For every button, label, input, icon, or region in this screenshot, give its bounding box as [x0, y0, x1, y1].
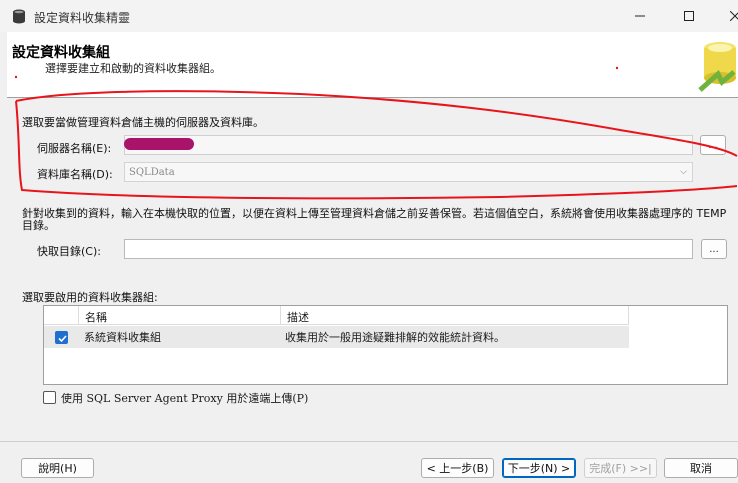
- collector-set-list[interactable]: 名稱 描述 系統資料收集組 收集用於一般用途疑難排解的效能統計資料。: [43, 305, 728, 385]
- minimize-button[interactable]: [623, 4, 657, 28]
- collector-enable-checkbox[interactable]: [55, 331, 68, 344]
- cancel-button[interactable]: 取消: [664, 458, 738, 478]
- redaction-mark: [124, 138, 194, 150]
- next-button[interactable]: 下一步(N) >: [502, 458, 576, 478]
- collector-name-cell: 系統資料收集組: [84, 331, 161, 344]
- close-button[interactable]: [718, 4, 738, 28]
- window-title: 設定資料收集精靈: [34, 11, 131, 25]
- database-name-label: 資料庫名稱(D):: [37, 168, 113, 181]
- collector-prompt: 選取要啟用的資料收集器組:: [22, 291, 158, 304]
- minimize-icon: [635, 15, 645, 17]
- collector-description-cell: 收集用於一般用途疑難排解的效能統計資料。: [285, 331, 505, 344]
- server-name-field[interactable]: [124, 135, 693, 155]
- back-button[interactable]: < 上一步(B): [421, 458, 494, 478]
- server-browse-button[interactable]: ...: [700, 135, 726, 155]
- server-name-label: 伺服器名稱(E):: [37, 142, 112, 155]
- storage-prompt: 選取要當做管理資料倉儲主機的伺服器及資料庫。: [22, 116, 264, 129]
- database-icon: [13, 9, 25, 24]
- finish-button[interactable]: 完成(F) >>|: [584, 458, 657, 478]
- page-title: 設定資料收集組: [12, 45, 110, 61]
- maximize-icon: [684, 11, 694, 21]
- wizard-banner: 設定資料收集組 選擇要建立和啟動的資料收集器組。: [7, 32, 738, 98]
- column-header-description[interactable]: 描述: [281, 306, 629, 325]
- proxy-checkbox[interactable]: [43, 391, 56, 404]
- cache-directory-label: 快取目錄(C):: [37, 245, 101, 258]
- cache-directory-input[interactable]: [124, 239, 693, 259]
- chevron-down-icon: ⌵: [680, 167, 687, 177]
- database-dropdown[interactable]: SQLData ⌵: [124, 162, 693, 182]
- close-icon: [730, 11, 738, 21]
- cache-description: 針對收集到的資料，輸入在本機快取的位置，以便在資料上傳至管理資料倉儲之前妥善保管…: [22, 207, 727, 232]
- title-bar: 設定資料收集精靈: [0, 0, 738, 32]
- page-subtitle: 選擇要建立和啟動的資料收集器組。: [45, 62, 221, 75]
- proxy-label[interactable]: 使用 SQL Server Agent Proxy 用於遠端上傳(P): [61, 390, 308, 406]
- maximize-button[interactable]: [672, 4, 706, 28]
- database-selected-value: SQLData: [129, 167, 175, 178]
- help-button[interactable]: 說明(H): [21, 458, 94, 478]
- cache-browse-button[interactable]: ...: [701, 239, 727, 259]
- wizard-banner-icon: [694, 38, 738, 96]
- checkmark-icon: [58, 335, 67, 343]
- column-header-check: [44, 306, 79, 325]
- column-header-name[interactable]: 名稱: [79, 306, 281, 325]
